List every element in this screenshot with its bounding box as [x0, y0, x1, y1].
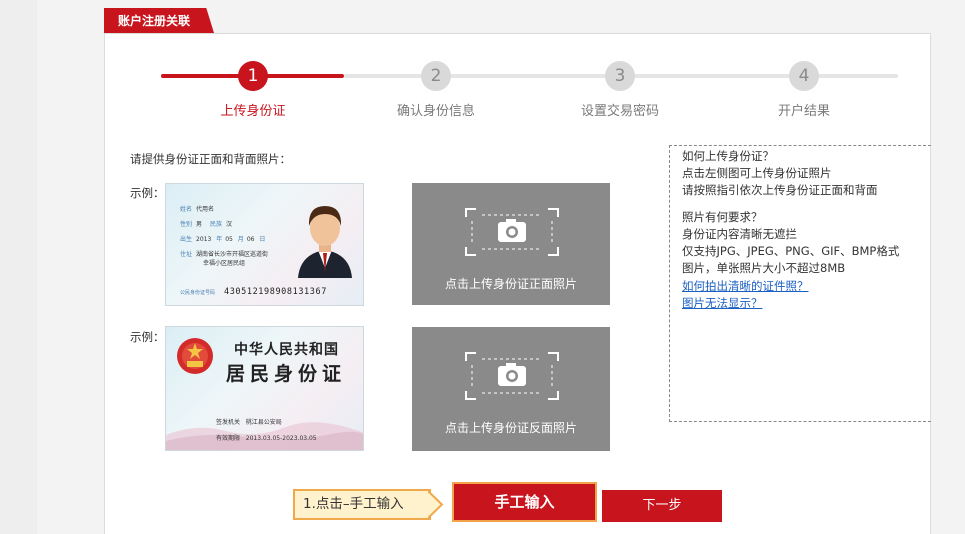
sample-id-back: 中华人民共和国 居民身份证 签发机关 桃江县公安局 有效期限 2013.03.0… — [165, 326, 364, 451]
sample-name-row: 姓名 代用名 — [180, 206, 215, 213]
tutorial-callout: 1.点击–手工输入 — [293, 489, 431, 520]
upload-back-button[interactable]: 点击上传身份证反面照片 — [412, 327, 610, 451]
sample-id-number-label: 公民身份证号码 — [180, 290, 216, 296]
panel-tab: 账户注册关联 — [104, 8, 214, 33]
card-back-title: 中华人民共和国 — [234, 342, 339, 358]
step-4-circle: 4 — [789, 61, 819, 91]
example-label-back: 示例： — [130, 330, 165, 344]
help-question-2: 照片有何要求？ — [682, 210, 763, 224]
help-answer-2-3: 图片，单张照片大小不超过8MB — [682, 261, 846, 275]
sample-id-number: 430512198908131367 — [224, 287, 327, 297]
step-1-label: 上传身份证 — [220, 104, 286, 119]
camera-frame-icon — [465, 208, 559, 256]
great-wall-pattern — [166, 422, 363, 450]
step-1-circle: 1 — [238, 61, 268, 91]
right-margin — [931, 0, 965, 534]
step-3-label: 设置交易密码 — [580, 104, 659, 119]
panel-tab-label: 账户注册关联 — [118, 14, 191, 28]
sample-sex-row: 性别男民族汉 — [180, 221, 233, 228]
upload-instruction: 请提供身份证正面和背面照片： — [130, 152, 291, 166]
camera-frame-icon — [465, 352, 559, 400]
upload-back-label: 点击上传身份证反面照片 — [444, 421, 577, 435]
sample-address-row: 住址 湖南省长沙市开福区巡道街 — [180, 251, 269, 258]
manual-input-button[interactable]: 手工输入 — [452, 482, 597, 522]
next-step-button[interactable]: 下一步 — [602, 490, 722, 522]
sample-id-front: 姓名 代用名 性别男民族汉 出生 2013 年 05 月 06 日 住址 湖南省长沙市开福… — [165, 183, 364, 306]
left-gutter — [0, 0, 37, 534]
help-question-1: 如何上传身份证？ — [682, 149, 774, 163]
help-link-image-not-shown[interactable]: 图片无法显示？ — [682, 295, 763, 311]
national-emblem-icon — [177, 338, 213, 374]
help-answer-2-2: 仅支持JPG、JPEG、PNG、GIF、BMP格式 — [682, 244, 900, 258]
callout-arrow-icon — [428, 490, 444, 519]
example-label-front: 示例： — [130, 186, 165, 200]
upload-front-label: 点击上传身份证正面照片 — [444, 277, 577, 291]
step-2-label: 确认身份信息 — [396, 104, 475, 119]
help-link-clear-photo[interactable]: 如何拍出清晰的证件照？ — [682, 278, 809, 294]
sample-birth-row: 出生 2013 年 05 月 06 日 — [180, 236, 266, 243]
step-2-circle: 2 — [421, 61, 451, 91]
help-answer-2-1: 身份证内容清晰无遮拦 — [682, 227, 797, 241]
step-4-label: 开户结果 — [777, 104, 830, 119]
help-answer-1-2: 请按照指引依次上传身份证正面和背面 — [682, 183, 878, 197]
upload-front-button[interactable]: 点击上传身份证正面照片 — [412, 183, 610, 305]
sample-address-row-2: 幸福小区居民组 — [203, 260, 246, 267]
help-answer-1-1: 点击左侧图可上传身份证照片 — [682, 166, 832, 180]
card-back-subtitle: 居民身份证 — [226, 363, 347, 385]
portrait-icon — [298, 206, 352, 278]
validity-row: 有效期限 2013.03.05-2023.03.05 — [216, 435, 317, 442]
issuing-authority-row: 签发机关 桃江县公安局 — [216, 419, 282, 426]
step-3-circle: 3 — [605, 61, 635, 91]
